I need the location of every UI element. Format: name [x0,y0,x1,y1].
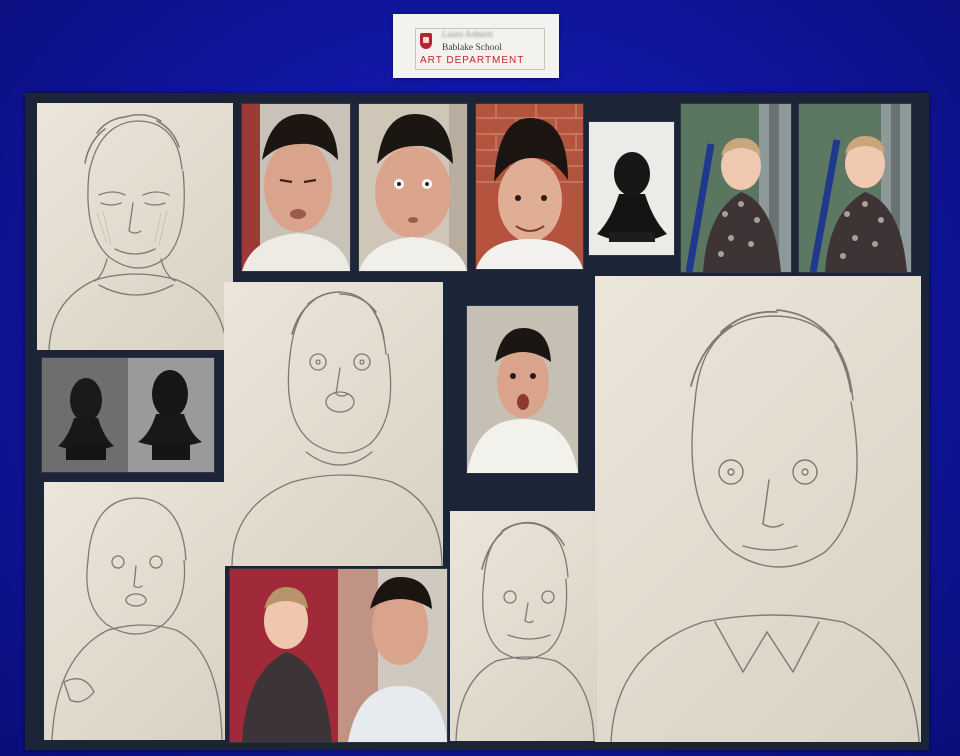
exhibit-label-card: Laura Ashurst Bablake School ART DEPARTM… [393,14,559,78]
photo-two-black-busts [42,358,214,472]
sketch-grimace [37,103,233,350]
school-name: Bablake School [442,43,502,53]
school-crest-icon [420,33,432,49]
sketch-child-tongue [44,482,225,740]
photo-squint-face [242,104,350,271]
photo-man-shouting [467,306,578,473]
photo-puffed-cheeks [359,104,467,271]
photo-black-bust [589,122,674,255]
sketch-grimace-small [450,511,597,741]
sketch-wide-eyed-grin [595,276,921,742]
sketch-shouting [224,282,443,566]
department-name: ART DEPARTMENT [420,55,525,66]
photo-child-with-tube-1 [681,104,791,272]
photo-child-with-tube-2 [799,104,911,272]
photo-child-and-man [230,569,447,742]
photo-brick-wall-grin [476,104,583,269]
student-name-blurred: Laura Ashurst [442,29,493,39]
label-frame: Laura Ashurst Bablake School ART DEPARTM… [415,28,545,70]
